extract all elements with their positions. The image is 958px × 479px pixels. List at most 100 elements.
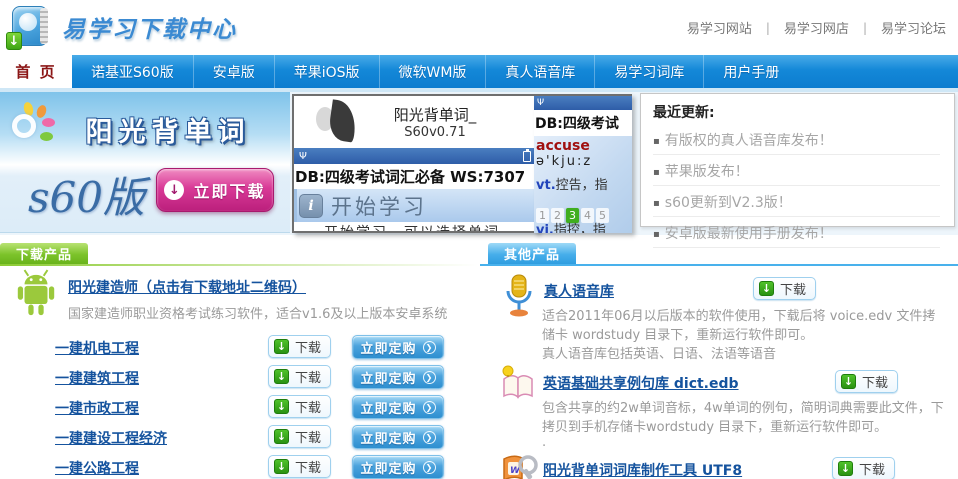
page-number: 5 [596,208,609,223]
tab-other-products[interactable]: 其他产品 [488,243,576,264]
bullet-icon: ▪ [653,136,660,147]
main-nav: 首 页 诺基亚S60版 安卓版 苹果iOS版 微软WM版 真人语音库 易学习词库… [0,55,958,88]
tab-download-products[interactable]: 下载产品 [0,243,88,264]
link-website[interactable]: 易学习网站 [687,18,752,37]
product-desc-line: . [542,435,546,450]
chevron-right-icon: ❯ [423,431,436,444]
link-store[interactable]: 易学习网店 [784,18,849,37]
vocab-word: accuse [536,139,630,154]
backpack-download-icon: ↓ [6,4,52,50]
nav-android[interactable]: 安卓版 [193,55,274,88]
nav-dict[interactable]: 易学习词库 [594,55,703,88]
download-now-button[interactable]: ↓ 立即下载 [156,168,274,212]
product-desc-line: 适合2011年06月以后版本的软件使用，下载后将 voice.edv 文件拷 [542,305,935,324]
site-title: 易学习下载中心 [62,10,237,44]
site-logo[interactable]: ↓ 易学习下载中心 [6,4,237,50]
download-button[interactable]: ↓下载 [268,365,331,388]
product-desc-line: 包含共享的约2w单词音标，4w单词的例句，简明词典需要此文件，下 [542,397,944,416]
download-button[interactable]: ↓下载 [832,457,895,479]
product-link[interactable]: 一建机电工程 [55,338,139,358]
order-button[interactable]: 立即定购❯ [352,335,444,359]
download-now-label: 立即下载 [193,178,265,202]
download-button[interactable]: ↓下载 [268,425,331,448]
download-arrow-icon: ↓ [164,180,184,200]
other-product-link[interactable]: 英语基础共享例句库 dict.edb [543,373,739,393]
download-products-section: 下载产品 阳光建造师（点击有下载地址二维码） 国家建造师职业资格考试练习软件 [0,243,478,479]
menu-item-label: 开始学习 [331,191,427,221]
menu-selected-row: i 开始学习 [294,189,536,222]
recent-updates-panel: 最近更新: ▪有版权的真人语音库发布！ ▪苹果版发布！ ▪s60更新到V2.3版… [640,93,955,227]
app-logo-swan-icon [294,99,364,145]
download-arrow-icon: ↓ [759,281,774,296]
order-button[interactable]: 立即定购❯ [352,455,444,479]
separator: | [863,21,867,35]
nav-voice[interactable]: 真人语音库 [485,55,594,88]
battery-icon [523,151,531,162]
download-button[interactable]: ↓下载 [268,395,331,418]
vocab-meaning-1: vt.控告，指 [536,178,630,193]
page-number: 4 [581,208,594,223]
vocab-phonetic: ə'kju:z [536,154,630,169]
nav-s60[interactable]: 诺基亚S60版 [72,55,193,88]
order-button[interactable]: 立即定购❯ [352,365,444,389]
featured-product-link[interactable]: 阳光建造师（点击有下载地址二维码） [68,277,306,297]
download-arrow-icon: ↓ [841,374,856,389]
chevron-right-icon: ❯ [423,401,436,414]
nav-ios[interactable]: 苹果iOS版 [274,55,379,88]
pagination: 1 2 3 4 5 [536,208,609,223]
download-arrow-icon: ↓ [274,369,289,384]
header: ↓ 易学习下载中心 易学习网站 | 易学习网店 | 易学习论坛 [0,0,958,55]
product-link[interactable]: 一建公路工程 [55,458,139,478]
download-button[interactable]: ↓下载 [835,370,898,393]
page-number: 2 [551,208,564,223]
chevron-right-icon: ❯ [423,371,436,384]
db-status-text: DB:四级考试词汇必备 WS:7307 [294,164,536,189]
hero: 阳光背单词 s60版 ↓ 立即下载 阳光背单词_ S60v0.71 Ψ [0,92,958,235]
db-status-text: DB:四级考试 [534,110,632,136]
nav-manual[interactable]: 用户手册 [703,55,798,88]
link-forum[interactable]: 易学习论坛 [881,18,946,37]
other-product-link[interactable]: 阳光背单词词库制作工具 UTF8 [543,460,742,479]
product-desc-line: 拷贝到手机存储卡wordstudy 目录下，重新运行软件即可。 [542,416,887,435]
product-row: 一建建设工程经济 ↓下载 立即定购❯ [0,425,478,451]
product-row: 一建机电工程 ↓下载 立即定购❯ [0,335,478,361]
menu-item-hint: 开始学习，可以选择单词 [294,222,536,233]
order-button[interactable]: 立即定购❯ [352,425,444,449]
info-icon: i [299,194,323,218]
download-arrow-icon: ↓ [274,429,289,444]
download-button[interactable]: ↓下载 [753,277,816,300]
nav-home[interactable]: 首 页 [0,55,72,88]
product-link[interactable]: 一建市政工程 [55,398,139,418]
header-links: 易学习网站 | 易学习网店 | 易学习论坛 [687,18,946,37]
app-version: S60v0.71 [364,125,506,140]
download-arrow-icon: ↓ [274,459,289,474]
section-divider [0,264,478,266]
android-icon [13,269,59,319]
order-button[interactable]: 立即定购❯ [352,395,444,419]
vocab-meaning-2: vi.指控，指 [536,223,606,233]
chevron-right-icon: ❯ [423,461,436,474]
bullet-icon: ▪ [653,167,660,178]
page-number: 1 [536,208,549,223]
product-link[interactable]: 一建建设工程经济 [55,428,167,448]
page-number-active: 3 [566,208,579,223]
update-item[interactable]: ▪s60更新到V2.3版！ [653,186,940,217]
section-divider [480,264,958,266]
product-row: 一建公路工程 ↓下载 立即定购❯ [0,455,478,479]
screenshot-phone-2: Ψ DB:四级考试 accuse ə'kju:z vt.控告，指 1 2 3 4… [534,94,632,233]
toolbook-icon: W [500,453,538,479]
banner-title: 阳光背单词 [52,110,284,149]
product-row: 一建建筑工程 ↓下载 立即定购❯ [0,365,478,391]
download-button[interactable]: ↓下载 [268,335,331,358]
nav-wm[interactable]: 微软WM版 [379,55,486,88]
featured-product-desc: 国家建造师职业资格考试练习软件，适合v1.6及以上版本安卓系统 [68,303,447,322]
update-item[interactable]: ▪苹果版发布！ [653,155,940,186]
promo-banner: 阳光背单词 s60版 ↓ 立即下载 [0,92,290,233]
other-product-link[interactable]: 真人语音库 [544,281,614,301]
download-arrow-icon: ↓ [838,461,853,476]
bullet-icon: ▪ [653,229,660,240]
update-item[interactable]: ▪有版权的真人语音库发布！ [653,124,940,155]
sun-logo-icon [6,102,58,148]
download-button[interactable]: ↓下载 [268,455,331,478]
product-link[interactable]: 一建建筑工程 [55,368,139,388]
